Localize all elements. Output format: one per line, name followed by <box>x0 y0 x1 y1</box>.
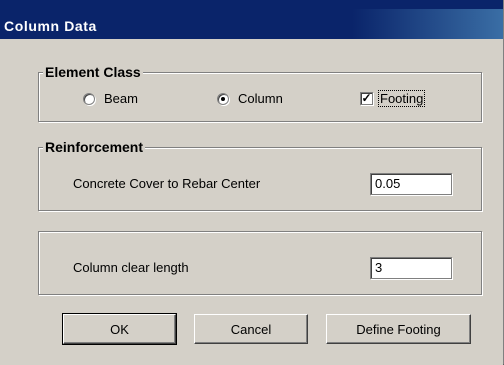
cancel-button[interactable]: Cancel <box>194 314 308 344</box>
clear-length-group: Column clear length 3 <box>38 231 482 295</box>
radio-beam[interactable]: Beam <box>83 91 138 106</box>
ok-button[interactable]: OK <box>62 313 177 345</box>
dialog-body: Element Class Beam Column ✓ Footing Rein… <box>0 39 503 365</box>
window-title: Column Data <box>4 18 97 34</box>
radio-column-label: Column <box>238 91 283 106</box>
radio-column[interactable]: Column <box>217 91 283 106</box>
radio-beam-circle[interactable] <box>83 92 95 105</box>
column-clear-length-label: Column clear length <box>73 260 189 275</box>
radio-column-circle[interactable] <box>217 92 229 105</box>
concrete-cover-input[interactable]: 0.05 <box>370 173 452 195</box>
element-class-group: Element Class Beam Column ✓ Footing <box>38 64 482 122</box>
column-clear-length-input[interactable]: 3 <box>370 257 452 279</box>
footing-checkbox[interactable]: ✓ <box>360 92 373 105</box>
radio-beam-label: Beam <box>104 91 138 106</box>
reinforcement-legend: Reinforcement <box>43 139 146 155</box>
title-bar[interactable]: Column Data <box>0 0 503 39</box>
define-footing-button[interactable]: Define Footing <box>326 314 471 344</box>
element-class-legend: Element Class <box>43 64 143 80</box>
reinforcement-group: Reinforcement Concrete Cover to Rebar Ce… <box>38 139 482 211</box>
column-data-dialog: Column Data Element Class Beam Column ✓ … <box>0 0 504 365</box>
concrete-cover-label: Concrete Cover to Rebar Center <box>73 176 261 191</box>
footing-checkbox-label: Footing <box>377 90 426 107</box>
footing-checkbox-row[interactable]: ✓ Footing <box>360 90 426 107</box>
